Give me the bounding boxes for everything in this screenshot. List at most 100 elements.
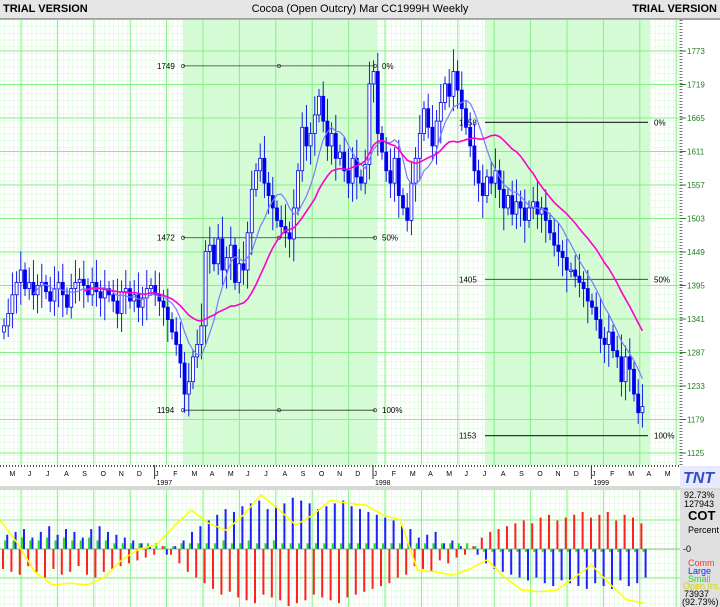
comm-bar — [44, 549, 46, 578]
comm-bar — [338, 549, 340, 604]
candle-body — [606, 331, 611, 345]
y-tick-label: 1503 — [687, 215, 705, 224]
large-bar — [501, 549, 504, 572]
month-label: A — [428, 471, 433, 478]
candle-body — [98, 291, 103, 299]
large-bar — [182, 540, 185, 549]
candle-body — [161, 300, 166, 308]
candle-body — [548, 219, 552, 234]
month-label: J — [46, 471, 50, 478]
small-bar — [348, 543, 351, 549]
small-bar — [365, 543, 368, 549]
large-bar — [627, 549, 630, 587]
comm-bar — [144, 549, 147, 558]
candle-body — [237, 263, 242, 283]
y-tick-label: 1125 — [687, 449, 705, 458]
comm-bar — [606, 511, 609, 549]
tnt-logo: TNT — [683, 470, 715, 487]
candle-body — [241, 263, 246, 271]
candle-body — [149, 285, 153, 290]
candle-body — [178, 344, 183, 364]
comm-bar — [270, 549, 273, 598]
large-bar — [6, 534, 9, 549]
small-bar — [432, 543, 435, 549]
candle-body — [254, 170, 258, 190]
comm-bar — [212, 549, 214, 589]
comm-bar — [237, 549, 240, 598]
small-bar — [230, 543, 233, 549]
candle-body — [585, 288, 590, 302]
small-bar — [508, 549, 511, 552]
comm-bar — [262, 549, 265, 595]
large-bar — [602, 549, 605, 587]
large-bar — [191, 531, 193, 549]
comm-bar — [245, 549, 248, 601]
candle-body — [417, 133, 422, 159]
comm-bar — [161, 546, 164, 549]
candle-body — [123, 288, 128, 293]
candle-body — [371, 71, 376, 85]
month-label: M — [228, 471, 234, 478]
comm-bar — [363, 549, 366, 592]
large-bar — [443, 543, 445, 549]
small-bar — [54, 540, 57, 549]
y-tick-label: 1557 — [687, 181, 705, 190]
candle-body — [409, 182, 414, 221]
candle-body — [468, 126, 473, 147]
small-bar — [46, 537, 49, 549]
large-bar — [451, 540, 454, 549]
candle-body — [287, 232, 292, 240]
small-bar — [449, 543, 452, 549]
year-label: 1997 — [157, 480, 173, 487]
candle-body — [48, 291, 53, 302]
candle-body — [506, 195, 510, 209]
small-bar — [340, 543, 343, 549]
small-bar — [390, 543, 393, 549]
candle-body — [443, 83, 447, 103]
small-bar — [298, 543, 301, 549]
y-tick-label: 1395 — [687, 282, 705, 291]
cot-unit: Percent — [688, 525, 720, 535]
y-tick-label: 1449 — [687, 248, 705, 257]
month-label: J — [374, 471, 378, 478]
month-label: N — [556, 471, 561, 478]
large-bar — [333, 503, 336, 549]
small-bar — [566, 549, 569, 552]
small-bar — [642, 549, 645, 552]
comm-bar — [556, 520, 559, 549]
large-bar — [123, 537, 126, 549]
candle-body — [275, 207, 279, 221]
small-bar — [398, 543, 401, 549]
candle-body — [165, 306, 170, 321]
large-bar — [241, 506, 244, 549]
comm-bar — [514, 523, 517, 549]
comm-bar — [329, 549, 332, 601]
month-label: M — [665, 471, 671, 478]
large-bar — [65, 529, 67, 549]
candle-body — [128, 288, 132, 302]
year-label: 1998 — [375, 480, 391, 487]
candle-body — [317, 95, 321, 116]
comm-bar — [455, 549, 458, 558]
candle-body — [136, 294, 141, 308]
candle-body — [430, 126, 435, 147]
month-label: M — [10, 471, 16, 478]
large-bar — [39, 531, 42, 549]
large-bar — [207, 520, 210, 549]
comm-bar — [195, 549, 198, 578]
candle-body — [510, 195, 515, 215]
small-bar — [205, 543, 208, 549]
comm-bar — [371, 549, 374, 589]
candle-body — [56, 282, 61, 290]
candle-body — [174, 331, 179, 345]
large-bar — [359, 509, 361, 549]
candle-body — [611, 331, 615, 352]
candle-body — [27, 282, 32, 290]
candle-body — [514, 201, 519, 215]
comm-bar — [186, 549, 189, 572]
candle-body — [338, 151, 342, 159]
large-bar — [367, 511, 370, 549]
large-bar — [48, 526, 51, 549]
small-bar — [121, 543, 124, 549]
y-tick-label: 1773 — [687, 47, 705, 56]
